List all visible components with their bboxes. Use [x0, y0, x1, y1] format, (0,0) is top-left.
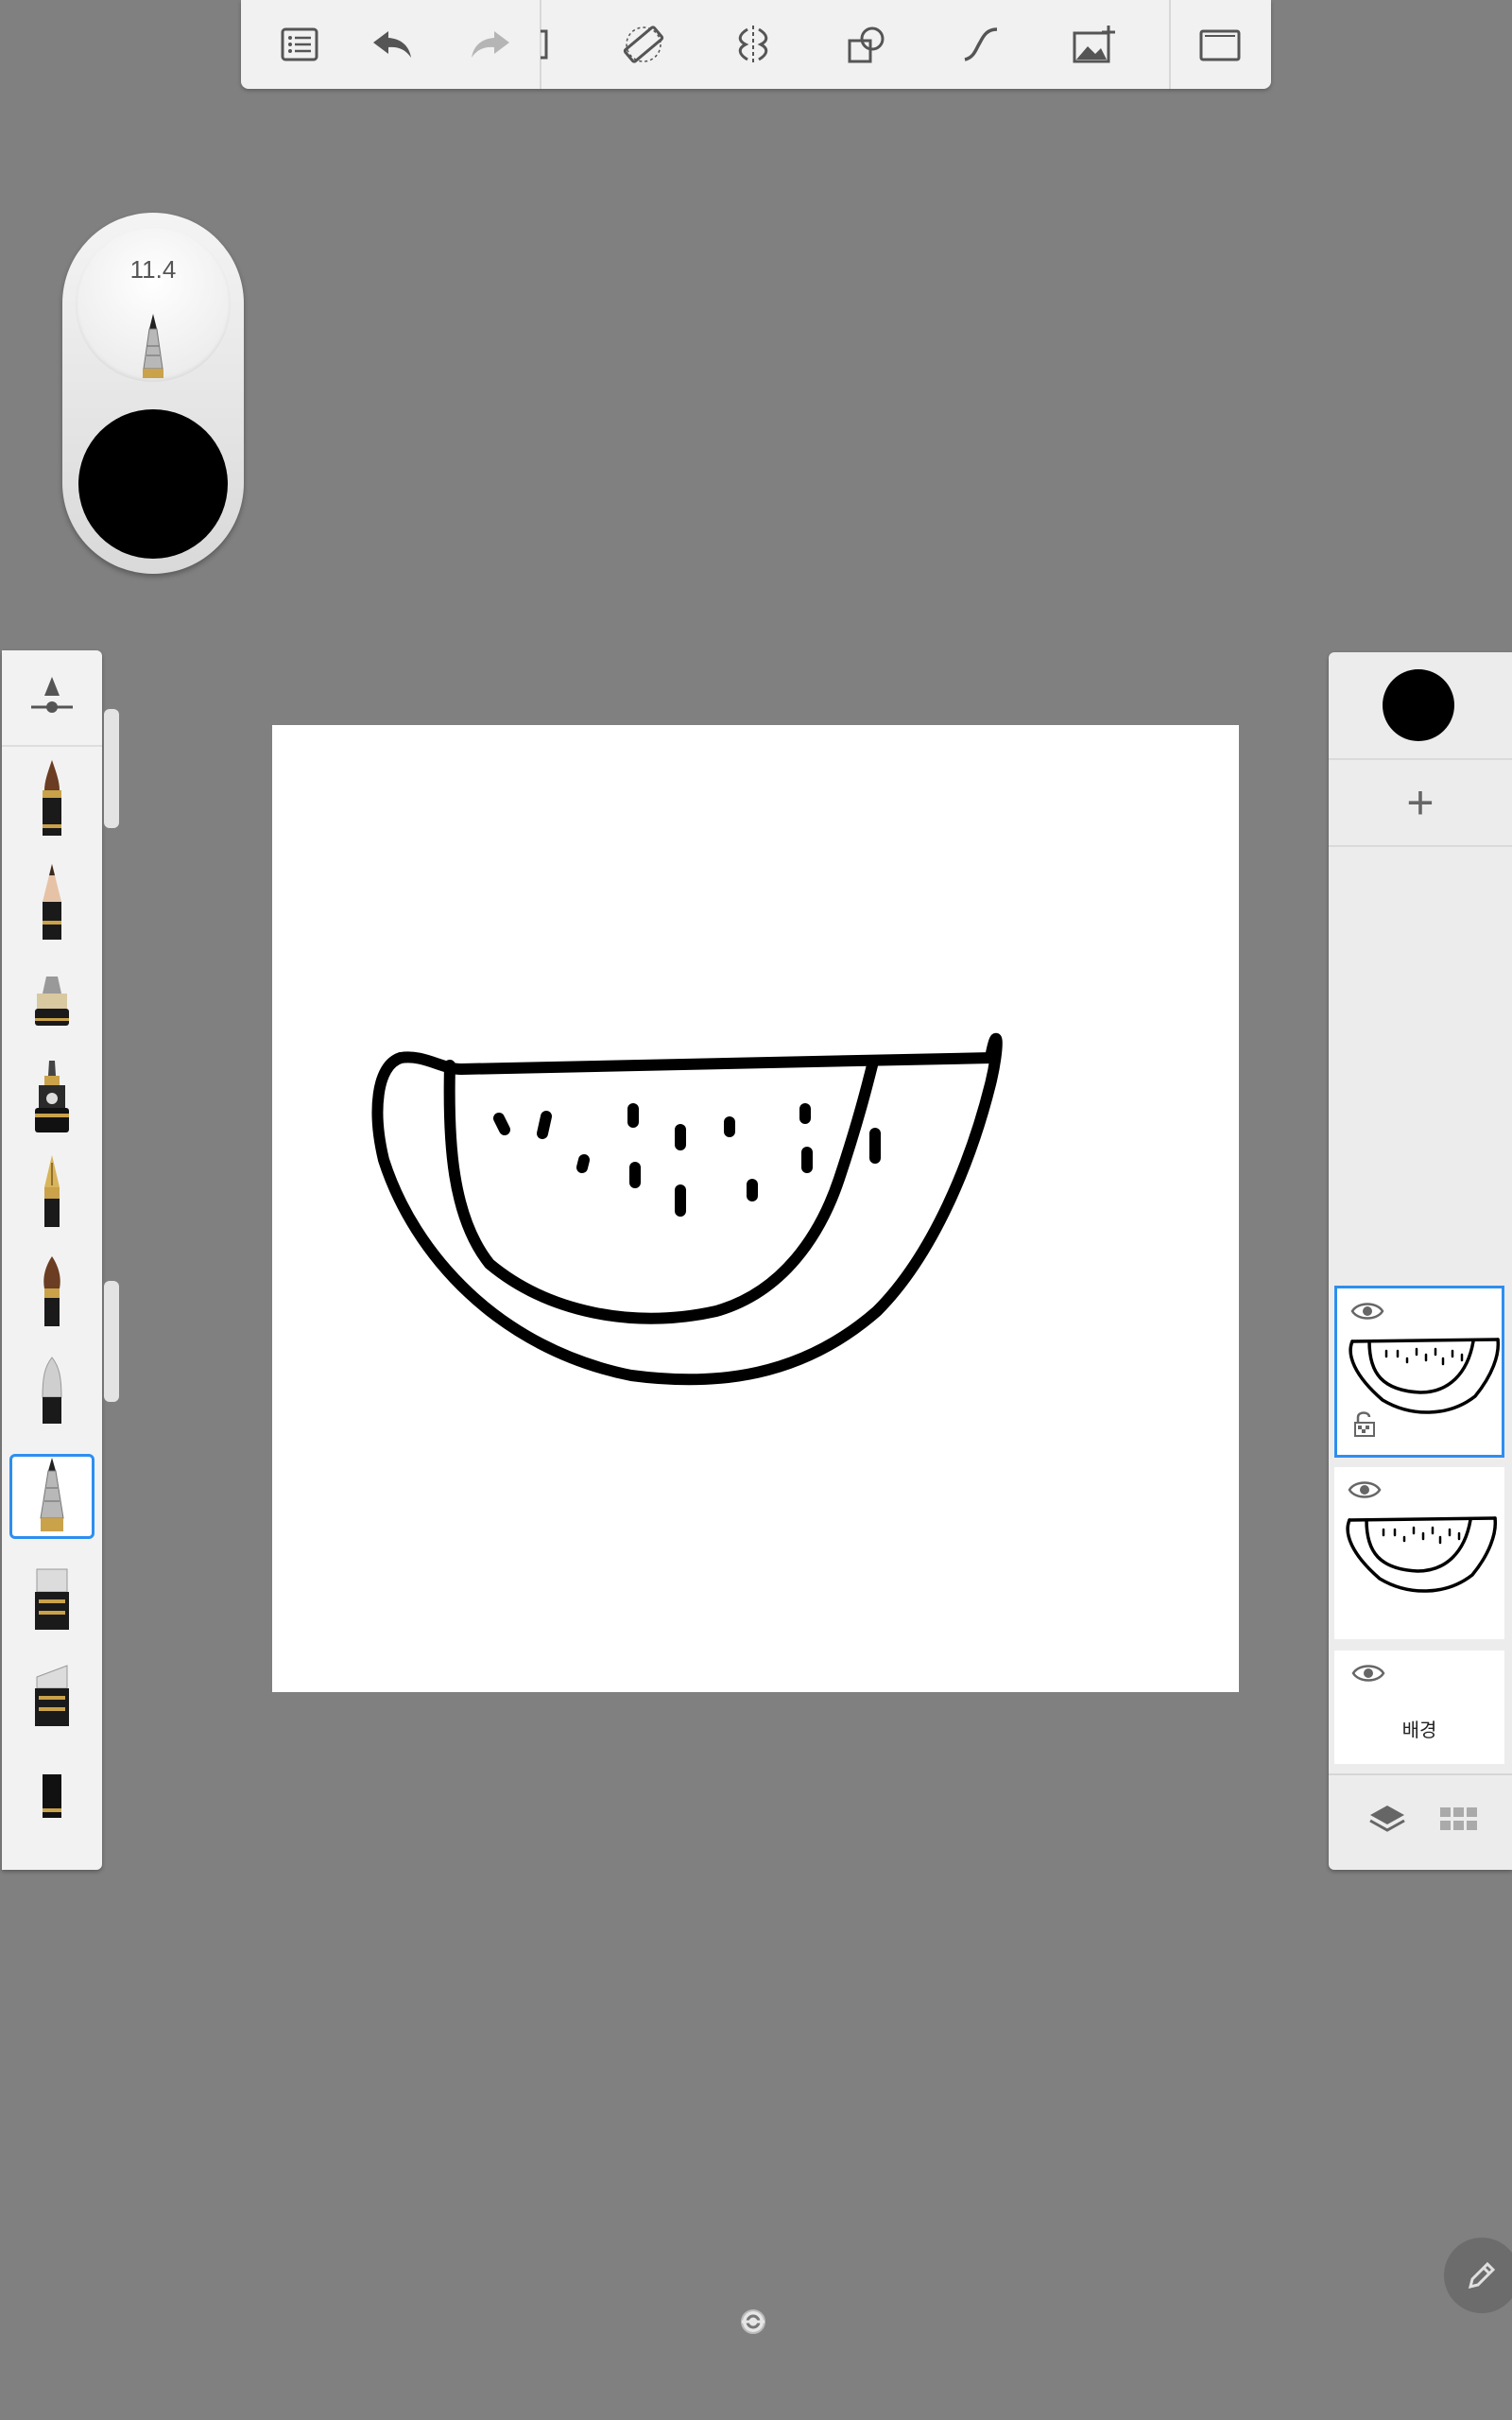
list-icon[interactable]: [269, 16, 330, 73]
brush-size-value: 11.4: [129, 255, 177, 284]
technical-pen-brush[interactable]: [9, 1055, 94, 1140]
brush-settings-icon[interactable]: [9, 654, 94, 739]
curve-icon[interactable]: [950, 16, 1010, 73]
eraser-soft-brush[interactable]: [9, 1652, 94, 1737]
eraser-block-brush[interactable]: [9, 1754, 94, 1839]
fullscreen-icon[interactable]: [1190, 16, 1250, 73]
edit-button[interactable]: [1444, 2238, 1512, 2313]
redo-icon[interactable]: [460, 16, 521, 73]
paint-brush[interactable]: [9, 1251, 94, 1336]
brush-size-dial[interactable]: 11.4: [76, 227, 231, 382]
layer-panel-divider: [1329, 1773, 1512, 1775]
dock-scrollbar-upper[interactable]: [104, 709, 119, 828]
toolbar-divider: [1169, 0, 1171, 89]
lock-transparency-icon[interactable]: [1352, 1409, 1377, 1438]
eye-icon[interactable]: [1351, 1660, 1385, 1686]
layers-icon[interactable]: [1361, 1792, 1414, 1845]
ink-pen-brush[interactable]: [9, 756, 94, 841]
layer-item[interactable]: [1334, 1286, 1504, 1458]
fountain-pen-brush[interactable]: [9, 1151, 94, 1236]
layer-item-background[interactable]: 배경: [1334, 1651, 1504, 1764]
ballpoint-pen-icon: [143, 314, 163, 378]
ballpoint-pen-brush[interactable]: [9, 1454, 94, 1539]
brush-color-puck: 11.4: [62, 213, 244, 574]
brush-dock: [2, 650, 102, 1870]
eraser-hard-brush[interactable]: [9, 1556, 94, 1641]
layer-color-swatch[interactable]: [1383, 669, 1454, 741]
dock-divider: [2, 745, 102, 747]
pencil-icon: [1468, 2261, 1496, 2290]
current-color-swatch[interactable]: [78, 409, 228, 559]
airbrush-brush[interactable]: [9, 1348, 94, 1433]
layer-name-background: 배경: [1401, 1720, 1437, 1741]
layer-thumbnail: [1346, 1516, 1498, 1593]
ruler-edge-icon: [532, 16, 560, 73]
grid-view-icon[interactable]: [1433, 1792, 1486, 1845]
dock-scrollbar-lower[interactable]: [104, 1281, 119, 1402]
symmetry-icon[interactable]: [723, 16, 783, 73]
layer-item[interactable]: [1334, 1467, 1504, 1639]
top-toolbar: [241, 0, 1271, 89]
canvas-rotate-icon[interactable]: [738, 2307, 768, 2337]
ruler-icon[interactable]: [613, 16, 674, 73]
add-layer-button[interactable]: +: [1329, 758, 1512, 847]
shapes-icon[interactable]: [836, 16, 897, 73]
layer-panel: + 배경: [1329, 652, 1512, 1870]
watermelon-drawing: [371, 1032, 1003, 1386]
add-image-icon[interactable]: [1063, 16, 1124, 73]
drawing-canvas[interactable]: [272, 725, 1239, 1692]
undo-icon[interactable]: [362, 16, 422, 73]
marker-brush[interactable]: [9, 959, 94, 1045]
pencil-brush[interactable]: [9, 860, 94, 945]
